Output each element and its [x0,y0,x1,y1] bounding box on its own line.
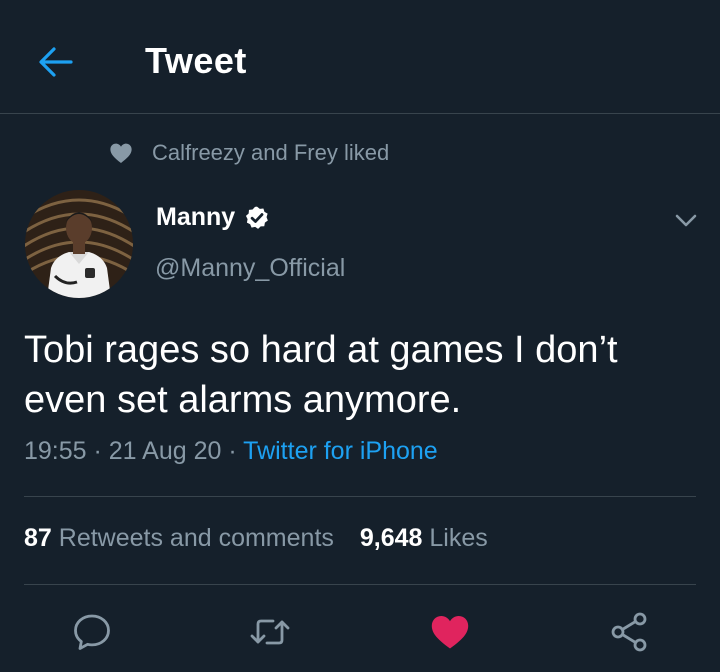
heart-icon [110,143,132,163]
author-handle[interactable]: @Manny_Official [155,254,345,283]
retweets-count: 87 [24,524,52,552]
retweet-icon [250,619,290,645]
verified-badge-icon [246,206,269,229]
like-button[interactable] [428,610,472,654]
likes-label: Likes [429,524,488,552]
tweet-action-bar [0,610,720,658]
share-icon [611,612,647,652]
reply-button[interactable] [70,610,114,654]
share-button[interactable] [608,610,652,654]
arrow-left-icon [39,47,73,77]
meta-separator: · [221,437,244,465]
tweet-source-link[interactable]: Twitter for iPhone [243,437,438,465]
social-context: Calfreezy and Frey liked [108,138,389,168]
retweets-stat[interactable]: 87 Retweets and comments [24,524,334,552]
app-header: Tweet [0,0,720,114]
meta-separator: · [86,437,109,465]
tweet-time: 19:55 [24,437,87,465]
avatar-image [25,190,133,298]
likes-count: 9,648 [359,524,423,552]
back-button[interactable] [36,42,76,82]
tweet-date: 21 Aug 20 [108,437,222,465]
more-options-button[interactable] [672,206,700,234]
author-display-name[interactable]: Manny [156,203,270,232]
retweet-button[interactable] [248,610,292,654]
tweet-metadata: 19:55 · 21 Aug 20 · Twitter for iPhone [24,437,438,466]
like-icon [431,616,469,649]
likes-stat[interactable]: 9,648 Likes [360,524,488,552]
author-name-text: Manny [156,203,236,231]
avatar[interactable] [25,190,133,298]
tweet-text: Tobi rages so hard at games I don’t even… [24,329,618,421]
retweets-label: Retweets and comments [58,524,334,552]
tweet-stats: 87 Retweets and comments 9,648 Likes [24,524,488,553]
reply-icon [74,614,110,650]
divider [24,584,696,585]
chevron-down-icon [675,214,697,227]
divider [24,496,696,497]
page-title: Tweet [145,40,247,81]
social-context-text: Calfreezy and Frey liked [152,140,390,165]
